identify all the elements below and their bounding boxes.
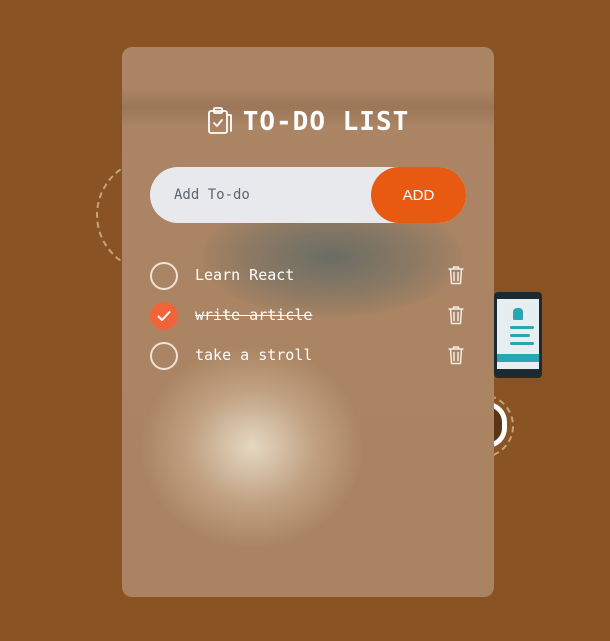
todo-item: Learn React	[150, 261, 466, 301]
todo-checkbox[interactable]	[150, 262, 178, 290]
trash-icon[interactable]	[448, 345, 464, 365]
todo-item: take a stroll	[150, 341, 466, 381]
page-title: TO-DO LIST	[242, 107, 410, 137]
clipboard-check-icon	[207, 105, 233, 139]
todo-item: write article	[150, 301, 466, 341]
todo-checkbox-checked[interactable]	[150, 302, 178, 330]
todo-text: Learn React	[195, 266, 295, 284]
trash-icon[interactable]	[448, 305, 464, 325]
todo-card: TO-DO LIST ADD Learn React	[122, 47, 494, 597]
add-button[interactable]: ADD	[371, 167, 466, 223]
add-todo-form: ADD	[150, 167, 466, 223]
checkmark-icon	[157, 311, 171, 321]
todo-text: write article	[195, 306, 313, 324]
todo-text: take a stroll	[195, 346, 313, 364]
todo-list: Learn React write article take a stroll	[150, 261, 466, 381]
trash-icon[interactable]	[448, 265, 464, 285]
header: TO-DO LIST	[122, 105, 494, 139]
phone-illustration	[494, 292, 542, 378]
todo-checkbox[interactable]	[150, 342, 178, 370]
